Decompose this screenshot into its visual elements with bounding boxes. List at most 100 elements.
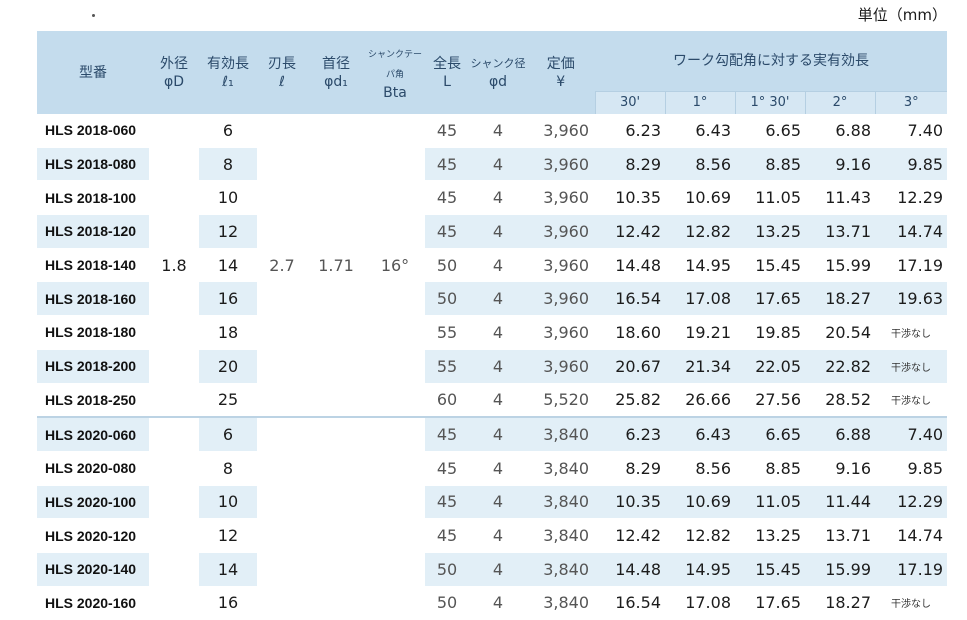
tilt-value-cell: 13.71 [805,214,875,249]
tilt-value-cell: 20.54 [805,315,875,350]
tilt-value-cell: 10.35 [595,180,665,216]
model-cell: HLS 2020-100 [37,485,149,520]
total-length-cell: 45 [425,416,469,452]
tilt-value-cell: 15.99 [805,248,875,283]
tilt-value-cell: 12.82 [665,518,735,553]
header-blade-length-symbol: ℓ [279,73,285,90]
tilt-value-cell: 7.40 [875,416,948,452]
tilt-value-cell: 17.19 [875,248,948,283]
tilt-value-cell: 22.05 [735,349,805,384]
effective-length-cell: 8 [199,451,257,486]
tilt-value-cell: 15.45 [735,552,805,587]
tilt-value-cell: 21.34 [665,349,735,384]
tilt-value-cell: 6.23 [595,114,665,148]
price-cell: 3,840 [527,485,595,520]
tilt-value-cell: 12.29 [875,180,948,216]
tilt-value-cell: 6.43 [665,416,735,452]
price-cell: 3,960 [527,248,595,283]
model-cell: HLS 2018-180 [37,315,149,350]
tilt-value-cell: 11.05 [735,485,805,520]
total-length-cell: 55 [425,349,469,384]
tilt-value-cell: 17.65 [735,281,805,317]
tilt-value-cell: 15.45 [735,248,805,283]
tilt-value-cell: 16.54 [595,586,665,620]
model-cell: HLS 2020-080 [37,451,149,486]
tilt-value-cell: 6.65 [735,114,805,148]
model-cell: HLS 2020-160 [37,586,149,620]
tilt-value-cell: 15.99 [805,552,875,587]
effective-length-cell: 16 [199,281,257,317]
tilt-value-cell: 14.48 [595,248,665,283]
tilt-value-cell: 8.29 [595,147,665,182]
total-length-cell: 60 [425,383,469,418]
model-cell: HLS 2018-250 [37,383,149,418]
tilt-value-cell: 7.40 [875,114,948,148]
tilt-value-cell: 17.08 [665,586,735,620]
effective-length-cell: 10 [199,485,257,520]
header-effective-length: 有効長 ℓ₁ [199,31,257,114]
model-cell: HLS 2020-140 [37,552,149,587]
tilt-value-cell: 6.43 [665,114,735,148]
model-cell: HLS 2018-120 [37,214,149,249]
total-length-cell: 45 [425,451,469,486]
shank-dia-cell: 4 [469,416,527,452]
model-cell: HLS 2018-200 [37,349,149,384]
tilt-value-cell: 20.67 [595,349,665,384]
tilt-value-cell: 6.88 [805,114,875,148]
header-tilt-30min: 30' [594,91,665,114]
effective-length-cell: 20 [199,349,257,384]
shank-dia-cell: 4 [469,281,527,317]
price-cell: 3,840 [527,552,595,587]
tilt-value-cell: 11.43 [805,180,875,216]
shank-dia-cell: 4 [469,147,527,182]
tilt-value-cell: 17.19 [875,552,948,587]
effective-length-cell: 25 [199,383,257,418]
neck-dia-cell [307,416,365,620]
outer-dia-cell: 1.8 [149,114,199,418]
tilt-value-cell: 13.71 [805,518,875,553]
model-cell: HLS 2018-160 [37,281,149,317]
shank-dia-cell: 4 [469,114,527,148]
shank-dia-cell: 4 [469,180,527,216]
tilt-value-cell: 16.54 [595,281,665,317]
header-shank-taper: シャンクテーパ角 Bta [365,31,425,114]
header-shank-dia-label: シャンク径 [470,57,526,70]
tilt-value-cell: 18.60 [595,315,665,350]
tilt-no-interference-cell: 干渉なし [875,586,948,620]
unit-label: 単位（mm） [857,6,947,24]
effective-length-cell: 18 [199,315,257,350]
effective-length-cell: 6 [199,114,257,148]
effective-length-cell: 14 [199,248,257,283]
shank-dia-cell: 4 [469,383,527,418]
blade-length-cell: 2.7 [257,114,307,418]
price-cell: 3,960 [527,281,595,317]
header-neck-dia-label: 首径 [322,55,350,72]
tilt-value-cell: 14.95 [665,248,735,283]
header-effective-length-symbol: ℓ₁ [222,73,234,90]
total-length-cell: 50 [425,248,469,283]
header-tilt-group: ワーク勾配角に対する実有効長 [595,31,948,92]
price-cell: 3,960 [527,180,595,216]
tilt-value-cell: 25.82 [595,383,665,418]
stray-dot [92,14,95,17]
header-model-label: 型番 [79,64,107,81]
tilt-value-cell: 28.52 [805,383,875,418]
tilt-no-interference-cell: 干渉なし [875,315,948,350]
tilt-value-cell: 26.66 [665,383,735,418]
header-neck-dia: 首径 φd₁ [307,31,365,114]
header-shank-taper-label: シャンクテーパ角 [367,49,422,80]
table-body: HLS 2018-060 1.8 6 2.7 1.71 16° 45 4 3,9… [37,114,948,620]
header-outer-dia-label: 外径 [160,55,188,72]
model-cell: HLS 2018-060 [37,114,149,148]
header-tilt-2deg: 2° [804,91,875,114]
tilt-value-cell: 12.42 [595,518,665,553]
total-length-cell: 45 [425,518,469,553]
tilt-value-cell: 10.69 [665,485,735,520]
tilt-value-cell: 12.29 [875,485,948,520]
tilt-value-cell: 8.85 [735,147,805,182]
model-cell: HLS 2020-060 [37,416,149,452]
price-cell: 3,840 [527,518,595,553]
tilt-value-cell: 18.27 [805,586,875,620]
header-shank-dia: シャンク径 φd [469,31,527,114]
tilt-value-cell: 11.44 [805,485,875,520]
